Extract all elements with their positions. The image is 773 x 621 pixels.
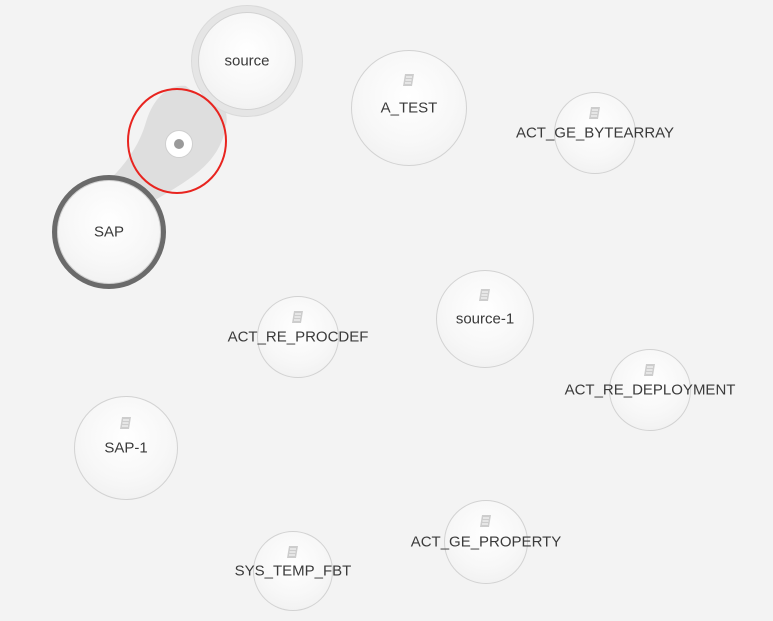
table-scroll-icon	[480, 515, 491, 527]
table-scroll-icon	[644, 364, 655, 376]
table-scroll-icon	[120, 417, 131, 429]
node-act-re-deployment[interactable]: ACT_RE_DEPLOYMENT	[565, 349, 735, 431]
node-a-test[interactable]: A_TEST	[351, 50, 467, 166]
table-scroll-icon	[479, 289, 490, 301]
node-source-label: source	[224, 52, 270, 70]
link-handle-dot	[174, 139, 184, 149]
node-a-test-label: A_TEST	[380, 99, 438, 117]
table-scroll-icon	[589, 107, 600, 119]
node-sys-temp-fbt-label: SYS_TEMP_FBT	[234, 562, 352, 580]
node-sap-label: SAP	[93, 223, 125, 241]
node-act-re-procdef[interactable]: ACT_RE_PROCDEF	[228, 296, 368, 378]
node-act-ge-bytearray-label: ACT_GE_BYTEARRAY	[515, 124, 675, 142]
graph-canvas[interactable]: source SAP A_TEST ACT_GE_BYTEARRAY ACT_R…	[0, 0, 773, 621]
node-sys-temp-fbt[interactable]: SYS_TEMP_FBT	[235, 531, 351, 611]
node-source[interactable]: source	[198, 12, 296, 110]
node-source-1-label: source-1	[455, 310, 515, 328]
node-act-ge-bytearray[interactable]: ACT_GE_BYTEARRAY	[516, 92, 674, 174]
node-act-re-deployment-label: ACT_RE_DEPLOYMENT	[564, 381, 736, 399]
node-act-ge-property-label: ACT_GE_PROPERTY	[410, 533, 562, 551]
node-act-re-procdef-label: ACT_RE_PROCDEF	[227, 328, 369, 346]
node-sap-1[interactable]: SAP-1	[74, 396, 178, 500]
link-handle[interactable]	[165, 130, 193, 158]
table-scroll-icon	[287, 546, 298, 558]
table-scroll-icon	[292, 311, 303, 323]
table-scroll-icon	[403, 74, 414, 86]
node-sap[interactable]: SAP	[57, 180, 161, 284]
node-source-1[interactable]: source-1	[436, 270, 534, 368]
node-act-ge-property[interactable]: ACT_GE_PROPERTY	[411, 500, 561, 584]
node-sap-1-label: SAP-1	[104, 439, 148, 457]
